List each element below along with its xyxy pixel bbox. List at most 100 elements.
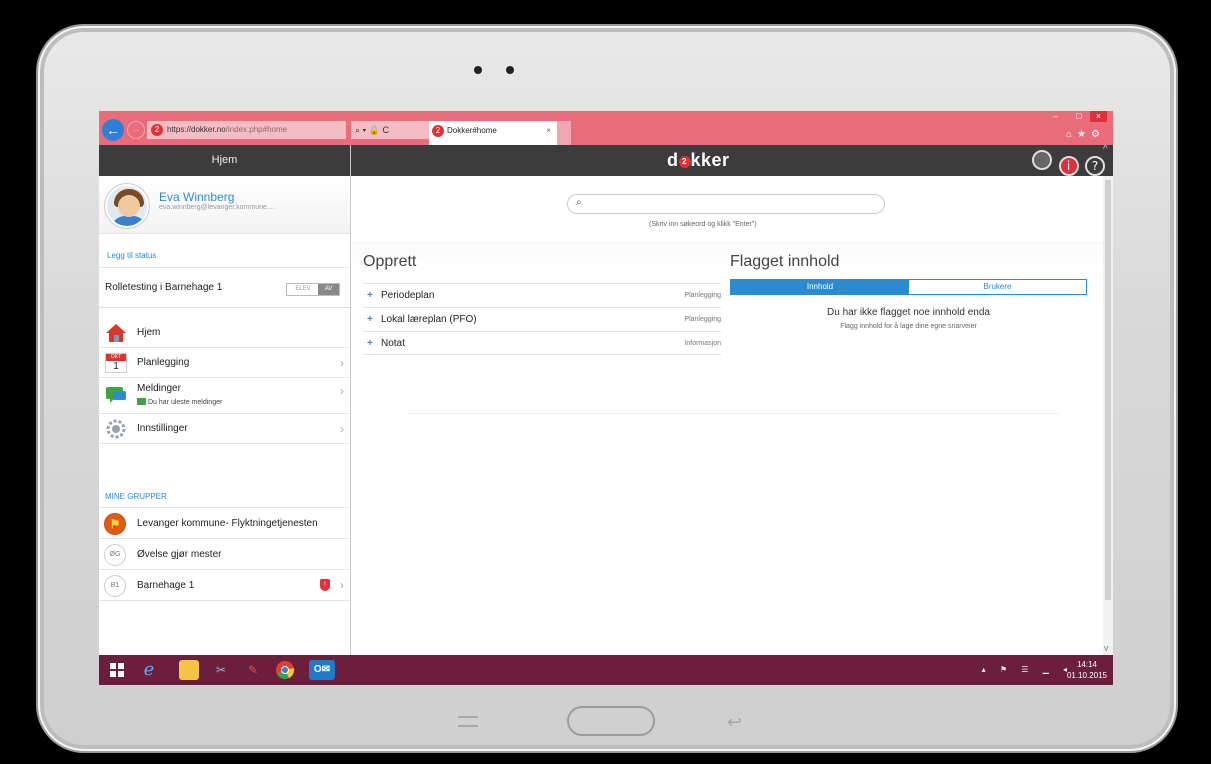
sidebar-item-label: Innstillinger bbox=[137, 423, 188, 434]
tab-brukere[interactable]: Brukere bbox=[909, 280, 1086, 294]
opprett-list: + Periodeplan Planlegging + Lokal lærepl… bbox=[363, 283, 721, 355]
back-arrow-icon[interactable]: ← bbox=[102, 119, 124, 141]
scrollbar[interactable]: ^ v bbox=[1103, 144, 1113, 655]
group-initials: B1 bbox=[104, 575, 126, 597]
group-item-ovelse[interactable]: ØG Øvelse gjør mester bbox=[99, 539, 350, 570]
sidebar-item-meldinger[interactable]: Meldinger Du har uleste meldinger › bbox=[99, 378, 350, 414]
back-key[interactable]: ↩ bbox=[727, 712, 742, 733]
minimize-maximize[interactable]: – □ bbox=[1053, 111, 1090, 121]
create-item-label: Periodeplan bbox=[381, 290, 435, 301]
site-favicon-icon: 2 bbox=[151, 124, 163, 136]
chevron-right-icon: › bbox=[340, 578, 344, 592]
sidebar-item-planlegging[interactable]: OKT 1 Planlegging › bbox=[99, 348, 350, 378]
tab-close-icon[interactable]: × bbox=[546, 121, 551, 141]
sidebar-item-innstillinger[interactable]: Innstillinger › bbox=[99, 414, 350, 444]
new-tab-button[interactable] bbox=[557, 121, 571, 145]
sidebar-item-hjem[interactable]: Hjem bbox=[99, 318, 350, 348]
user-name[interactable]: Eva Winnberg bbox=[159, 190, 234, 204]
address-bar[interactable]: 2 https://dokker.no/index.php#home bbox=[147, 121, 346, 139]
profile-status-icon[interactable] bbox=[1032, 150, 1053, 170]
flagged-empty-sub: Flagg innhold for å lage dine egne snarv… bbox=[840, 323, 977, 330]
dokker-logo[interactable]: d 2 kker bbox=[667, 150, 730, 171]
window-controls[interactable]: – □ × bbox=[1053, 111, 1107, 122]
clock-date: 01.10.2015 bbox=[1066, 671, 1107, 680]
chevron-right-icon: › bbox=[340, 422, 344, 436]
clock[interactable]: 14:14 01.10.2015 bbox=[1067, 659, 1107, 681]
plus-icon: + bbox=[367, 338, 373, 349]
group-logo-icon: ⚑ bbox=[104, 513, 126, 535]
group-label: Barnehage 1 bbox=[137, 580, 195, 591]
system-tray[interactable]: ▴ ⚑ ☰ ▁ ◂ bbox=[982, 665, 1073, 674]
role-row: Rolletesting i Barnehage 1 ELEV AV bbox=[99, 268, 350, 308]
tab-innhold[interactable]: Innhold bbox=[731, 280, 909, 294]
file-explorer-icon[interactable] bbox=[179, 660, 199, 680]
group-label: Øvelse gjør mester bbox=[137, 549, 222, 560]
app-header: d 2 kker i ? bbox=[351, 145, 1113, 176]
group-label: Levanger kommune- Flyktningetjenesten bbox=[137, 518, 318, 529]
help-icon[interactable]: ? bbox=[1085, 156, 1105, 176]
sidebar-header: Hjem bbox=[99, 145, 350, 176]
search-hint: (Skriv inn søkeord og klikk "Enter") bbox=[649, 221, 757, 228]
gear-icon bbox=[106, 419, 126, 439]
opprett-title: Opprett bbox=[363, 253, 417, 270]
url-path: /index.php#home bbox=[225, 125, 288, 134]
status-link[interactable]: Legg til status bbox=[99, 234, 350, 268]
address-tools[interactable]: ⌕ ▾ 🔒 C bbox=[351, 121, 429, 139]
flagged-empty-title: Du har ikke flagget noe innhold enda bbox=[827, 307, 990, 318]
create-item-periodeplan[interactable]: + Periodeplan Planlegging bbox=[363, 283, 721, 307]
create-item-label: Lokal læreplan (PFO) bbox=[381, 314, 477, 325]
create-item-lokal-laereplan[interactable]: + Lokal læreplan (PFO) Planlegging bbox=[363, 307, 721, 331]
search-input[interactable]: ⌕ bbox=[567, 194, 885, 214]
flagged-tabs: Innhold Brukere bbox=[730, 279, 1087, 295]
taskbar: e ✂ ✎ O✉ ▴ ⚑ ☰ ▁ ◂ 14:14 01.10.2015 bbox=[99, 655, 1113, 685]
messages-icon bbox=[106, 387, 126, 403]
create-item-label: Notat bbox=[381, 338, 405, 349]
scroll-down-icon[interactable]: v bbox=[1104, 643, 1109, 653]
info-icon[interactable]: i bbox=[1058, 156, 1079, 176]
create-item-category: Planlegging bbox=[684, 316, 721, 323]
create-item-notat[interactable]: + Notat Informasjon bbox=[363, 331, 721, 355]
scrollbar-thumb[interactable] bbox=[1105, 180, 1111, 600]
role-toggle[interactable]: ELEV AV bbox=[286, 283, 340, 296]
home-star-gear-icons[interactable]: ⌂★⚙ bbox=[1066, 129, 1105, 140]
create-item-category: Planlegging bbox=[684, 292, 721, 299]
home-button[interactable] bbox=[567, 706, 655, 736]
windows-start-icon[interactable] bbox=[107, 660, 127, 680]
calendar-icon: OKT 1 bbox=[105, 353, 127, 373]
plus-icon: + bbox=[367, 290, 373, 301]
camera-dot bbox=[474, 66, 482, 74]
chevron-right-icon: › bbox=[340, 384, 344, 398]
sidebar-item-label: Planlegging bbox=[137, 357, 190, 368]
menu-key[interactable] bbox=[458, 716, 478, 727]
snipping-tool-icon[interactable]: ✂ bbox=[211, 660, 231, 680]
tab-title: Dokker#home bbox=[447, 126, 497, 135]
group-item-levanger[interactable]: ⚑ Levanger kommune- Flyktningetjenesten bbox=[99, 508, 350, 539]
forward-arrow-icon[interactable]: → bbox=[127, 121, 145, 139]
home-icon bbox=[106, 324, 126, 342]
outlook-icon[interactable]: O✉ bbox=[309, 660, 335, 680]
create-item-category: Informasjon bbox=[684, 340, 721, 347]
scroll-up-icon[interactable]: ^ bbox=[1103, 144, 1108, 155]
divider bbox=[409, 413, 1059, 414]
unread-messages-note: Du har uleste meldinger bbox=[137, 397, 350, 409]
internet-explorer-icon[interactable]: e bbox=[139, 660, 159, 680]
clock-time: 14:14 bbox=[1076, 660, 1097, 669]
search-icon: ⌕ bbox=[576, 197, 582, 208]
group-initials: ØG bbox=[104, 544, 126, 566]
paint-icon[interactable]: ✎ bbox=[243, 660, 263, 680]
toggle-off-label: ELEV bbox=[295, 286, 311, 292]
role-label: Rolletesting i Barnehage 1 bbox=[105, 282, 223, 293]
profile-card[interactable]: Eva Winnberg eva.winnberg@levanger.kommu… bbox=[99, 176, 350, 234]
sidebar-item-label: Hjem bbox=[137, 327, 161, 338]
group-item-barnehage[interactable]: B1 Barnehage 1 ! › bbox=[99, 570, 350, 601]
header-icons: i ? bbox=[1030, 150, 1105, 176]
chrome-icon[interactable] bbox=[275, 660, 295, 680]
flagged-title: Flagget innhold bbox=[730, 253, 840, 270]
avatar[interactable] bbox=[105, 184, 149, 228]
screen: ← → 2 https://dokker.no/index.php#home ⌕… bbox=[99, 111, 1113, 685]
window-close-icon[interactable]: × bbox=[1089, 111, 1107, 122]
sidebar: Hjem Eva Winnberg eva.winnberg@levanger.… bbox=[99, 145, 351, 655]
groups-heading: MINE GRUPPER bbox=[99, 486, 350, 508]
user-email: eva.winnberg@levanger.kommune.... bbox=[159, 204, 275, 211]
browser-tab[interactable]: 2 Dokker#home × bbox=[429, 121, 557, 145]
